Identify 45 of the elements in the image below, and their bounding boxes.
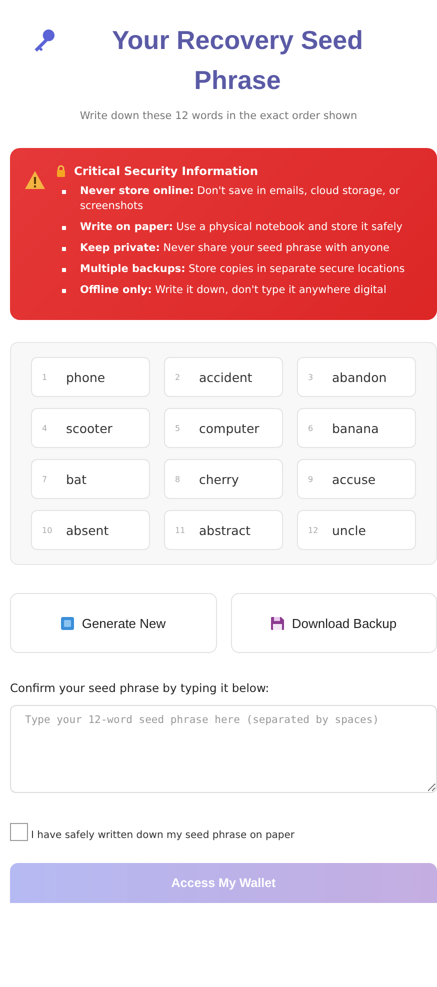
- word-number: 11: [175, 526, 186, 534]
- bullet-icon: [62, 268, 66, 272]
- seed-phrase-input[interactable]: Type your 12-word seed phrase here (separated by spaces): [10, 705, 437, 793]
- seed-word: banana: [332, 420, 379, 436]
- seed-word: cherry: [199, 472, 239, 486]
- word-number: 6: [308, 424, 314, 432]
- bullet-icon: [62, 289, 66, 293]
- download-button[interactable]: Download Backup: [230, 593, 437, 653]
- bullet-icon: [62, 190, 66, 194]
- warning-icon: [24, 170, 46, 190]
- bullet-icon: [62, 247, 66, 251]
- seed-word: phone: [66, 370, 106, 384]
- word-number: 3: [308, 372, 314, 382]
- seed-word: bat: [66, 472, 86, 486]
- word-number: 10: [42, 526, 54, 534]
- word-number: 12: [308, 526, 320, 534]
- bullet-icon: [62, 226, 66, 230]
- seed-word: absent: [66, 522, 109, 538]
- seed-word: abstract: [199, 522, 251, 538]
- warning-item: Multiple backups: Store copies in separate secure locations: [80, 262, 405, 277]
- word-number: 5: [175, 424, 182, 432]
- warning-item: Offline only: Write it down, don't type it anywhere digital: [80, 283, 386, 298]
- confirm-checkbox[interactable]: [10, 823, 28, 841]
- word-number: 4: [42, 424, 48, 432]
- word-number: 9: [308, 474, 314, 484]
- warning-item: Write on paper: Use a physical notebook and store it safely: [80, 220, 403, 235]
- word-number: 8: [175, 474, 182, 484]
- seed-word: scooter: [66, 420, 112, 436]
- generate-button[interactable]: Generate New: [10, 593, 216, 653]
- checkbox-label: I have safely written down my seed phrase on paper: [31, 830, 295, 841]
- word-number: 2: [175, 372, 182, 382]
- warning-item: Keep private: Never share your seed phrase with anyone: [80, 241, 390, 256]
- warning-title: Critical Security Information: [74, 164, 258, 178]
- lock-icon: [56, 165, 66, 177]
- subtitle: Write down these 12 words in the exact order shown: [78, 110, 358, 122]
- warning-item: Never store online: Don't save in emails, cloud storage, or screenshots: [80, 184, 401, 214]
- word-number: 1: [42, 372, 48, 382]
- confirm-label: Confirm your seed phrase by typing it below:: [10, 681, 270, 695]
- word-number: 7: [42, 474, 48, 484]
- seed-word: uncle: [332, 522, 366, 538]
- seed-word: computer: [199, 420, 260, 436]
- seed-word: accuse: [332, 472, 376, 486]
- page-title: Your Recovery Seed Phrase: [111, 24, 364, 97]
- seed-word: abandon: [332, 370, 387, 384]
- seed-word: accident: [199, 370, 252, 384]
